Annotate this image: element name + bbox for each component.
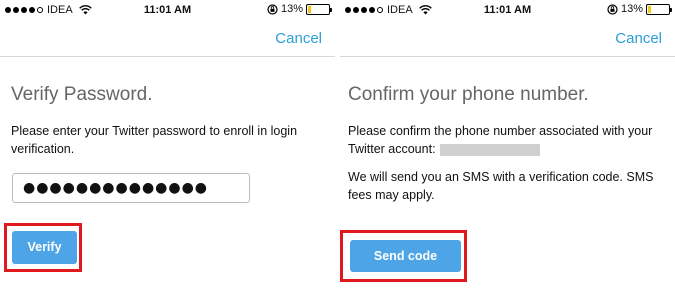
status-right: 13% xyxy=(607,3,672,15)
page-title: Verify Password. xyxy=(11,84,153,105)
instructions-text: Please confirm the phone number associat… xyxy=(348,122,668,158)
status-bar: IDEA 11:01 AM 13% xyxy=(0,0,335,20)
status-bar: IDEA 11:01 AM 13% xyxy=(340,0,675,20)
battery-percent: 13% xyxy=(620,3,643,15)
rotation-lock-icon xyxy=(267,3,278,15)
nav-bar: Cancel xyxy=(340,20,675,57)
page-title: Confirm your phone number. xyxy=(348,84,589,105)
verify-button[interactable]: Verify xyxy=(12,231,77,264)
instructions-text: Please enter your Twitter password to en… xyxy=(11,124,298,156)
send-code-button[interactable]: Send code xyxy=(350,240,461,272)
battery-icon xyxy=(646,3,672,15)
battery-percent: 13% xyxy=(280,3,303,15)
password-input[interactable]: ●●●●●●●●●●●●●● xyxy=(12,173,250,203)
cancel-button[interactable]: Cancel xyxy=(615,30,662,47)
redacted-phone-number xyxy=(439,143,540,156)
confirm-phone-screen: IDEA 11:01 AM 13% Cancel Confirm your ph… xyxy=(340,0,675,305)
verify-password-screen: IDEA 11:01 AM 13% Cancel Verify Password… xyxy=(0,0,335,305)
nav-bar: Cancel xyxy=(0,20,335,57)
status-right: 13% xyxy=(267,3,332,15)
battery-icon xyxy=(306,3,332,15)
rotation-lock-icon xyxy=(607,3,618,15)
cancel-button[interactable]: Cancel xyxy=(275,30,322,47)
sms-note-text: We will send you an SMS with a verificat… xyxy=(348,170,654,202)
